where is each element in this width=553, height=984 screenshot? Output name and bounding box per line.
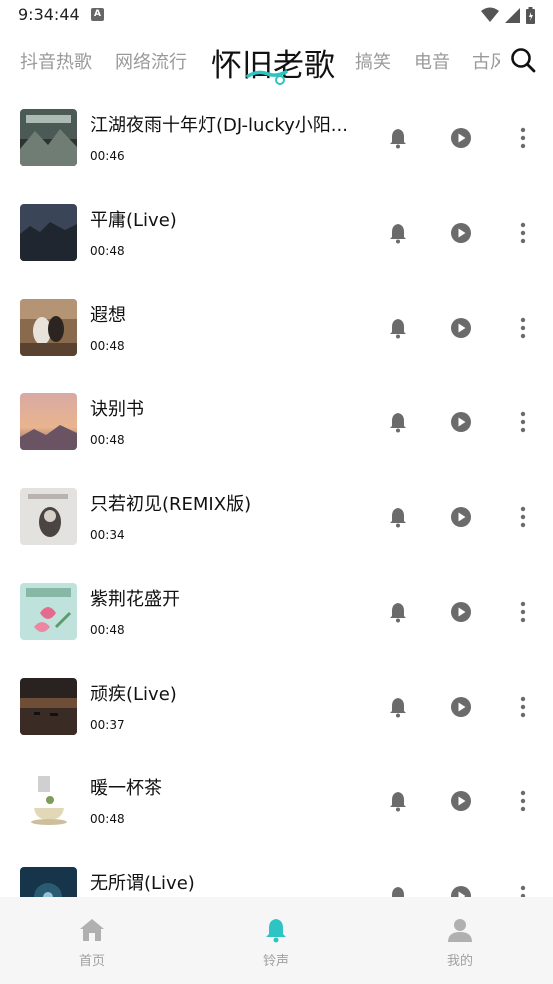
song-title: 江湖夜雨十年灯(DJ-lucky小阳... xyxy=(90,115,348,136)
nav-mine[interactable]: 我的 xyxy=(368,897,552,984)
bell-icon[interactable] xyxy=(387,127,409,149)
bell-icon[interactable] xyxy=(387,790,409,812)
song-duration: 00:48 xyxy=(90,244,125,258)
tab-ancient-style[interactable]: 古风 xyxy=(472,48,500,74)
song-row[interactable]: 紫荆花盛开 00:48 xyxy=(0,566,553,660)
play-icon[interactable] xyxy=(450,885,472,897)
album-cover xyxy=(20,678,77,735)
song-duration: 00:48 xyxy=(90,623,125,637)
play-icon[interactable] xyxy=(450,411,472,433)
song-row[interactable]: 平庸(Live) 00:48 xyxy=(0,187,553,281)
bottom-nav: 首页 铃声 我的 xyxy=(0,897,553,984)
bell-icon[interactable] xyxy=(387,885,409,897)
status-bar: 9:34:44 A xyxy=(0,0,553,32)
song-title: 平庸(Live) xyxy=(90,210,177,231)
play-icon[interactable] xyxy=(450,317,472,339)
bell-icon[interactable] xyxy=(387,222,409,244)
bell-icon[interactable] xyxy=(387,317,409,339)
nav-mine-label: 我的 xyxy=(446,954,473,969)
more-icon[interactable] xyxy=(512,601,534,623)
album-cover xyxy=(20,867,77,897)
song-title: 顽疾(Live) xyxy=(90,684,177,705)
status-time: 9:34:44 xyxy=(18,5,80,24)
battery-icon xyxy=(526,6,535,24)
song-row[interactable]: 江湖夜雨十年灯(DJ-lucky小阳... 00:46 xyxy=(0,92,553,186)
album-cover xyxy=(20,393,77,450)
more-icon[interactable] xyxy=(512,222,534,244)
song-row[interactable]: 顽疾(Live) 00:37 xyxy=(0,661,553,755)
more-icon[interactable] xyxy=(512,885,534,897)
active-tab-indicator xyxy=(246,70,288,85)
song-title: 暖一杯茶 xyxy=(90,778,162,799)
play-icon[interactable] xyxy=(450,506,472,528)
more-icon[interactable] xyxy=(512,506,534,528)
song-title: 紫荆花盛开 xyxy=(90,589,180,610)
more-icon[interactable] xyxy=(512,127,534,149)
play-icon[interactable] xyxy=(450,696,472,718)
song-title: 诀别书 xyxy=(90,399,144,420)
album-cover xyxy=(20,299,77,356)
song-row[interactable]: 无所谓(Live) xyxy=(0,850,553,897)
tab-internet-popular[interactable]: 网络流行 xyxy=(115,48,187,74)
nav-ringtones[interactable]: 铃声 xyxy=(184,897,368,984)
song-duration: 00:48 xyxy=(90,339,125,353)
song-row[interactable]: 诀别书 00:48 xyxy=(0,376,553,470)
more-icon[interactable] xyxy=(512,411,534,433)
album-cover xyxy=(20,772,77,829)
bell-icon xyxy=(266,919,286,943)
play-icon[interactable] xyxy=(450,222,472,244)
song-duration: 00:48 xyxy=(90,812,125,826)
song-row[interactable]: 暖一杯茶 00:48 xyxy=(0,755,553,849)
album-cover xyxy=(20,488,77,545)
song-duration: 00:46 xyxy=(90,149,125,163)
more-icon[interactable] xyxy=(512,790,534,812)
more-icon[interactable] xyxy=(512,696,534,718)
more-icon[interactable] xyxy=(512,317,534,339)
tab-funny[interactable]: 搞笑 xyxy=(355,48,391,74)
play-icon[interactable] xyxy=(450,601,472,623)
song-title: 无所谓(Live) xyxy=(90,873,195,894)
wifi-icon xyxy=(481,7,499,22)
album-cover xyxy=(20,583,77,640)
home-icon xyxy=(80,919,104,941)
song-duration: 00:34 xyxy=(90,528,125,542)
nav-home[interactable]: 首页 xyxy=(0,897,184,984)
song-title: 遐想 xyxy=(90,305,126,326)
play-icon[interactable] xyxy=(450,790,472,812)
bell-icon[interactable] xyxy=(387,601,409,623)
user-icon xyxy=(448,919,472,942)
bell-icon[interactable] xyxy=(387,411,409,433)
song-title: 只若初见(REMIX版) xyxy=(90,494,252,515)
play-icon[interactable] xyxy=(450,127,472,149)
bell-icon[interactable] xyxy=(387,506,409,528)
status-icons xyxy=(481,6,535,24)
nav-ringtones-label: 铃声 xyxy=(262,954,289,969)
bell-icon[interactable] xyxy=(387,696,409,718)
song-list: 江湖夜雨十年灯(DJ-lucky小阳... 00:46 平庸(Live) 00:… xyxy=(0,92,553,897)
signal-icon xyxy=(505,7,520,23)
tab-douyin-hits[interactable]: 抖音热歌 xyxy=(20,48,92,74)
song-duration: 00:48 xyxy=(90,433,125,447)
song-row[interactable]: 只若初见(REMIX版) 00:34 xyxy=(0,471,553,565)
tab-electronic[interactable]: 电音 xyxy=(414,48,450,74)
search-icon[interactable] xyxy=(508,45,538,75)
nav-home-label: 首页 xyxy=(78,954,105,969)
song-duration: 00:37 xyxy=(90,718,125,732)
album-cover xyxy=(20,109,77,166)
song-row[interactable]: 遐想 00:48 xyxy=(0,282,553,376)
notification-icon: A xyxy=(91,8,104,21)
album-cover xyxy=(20,204,77,261)
